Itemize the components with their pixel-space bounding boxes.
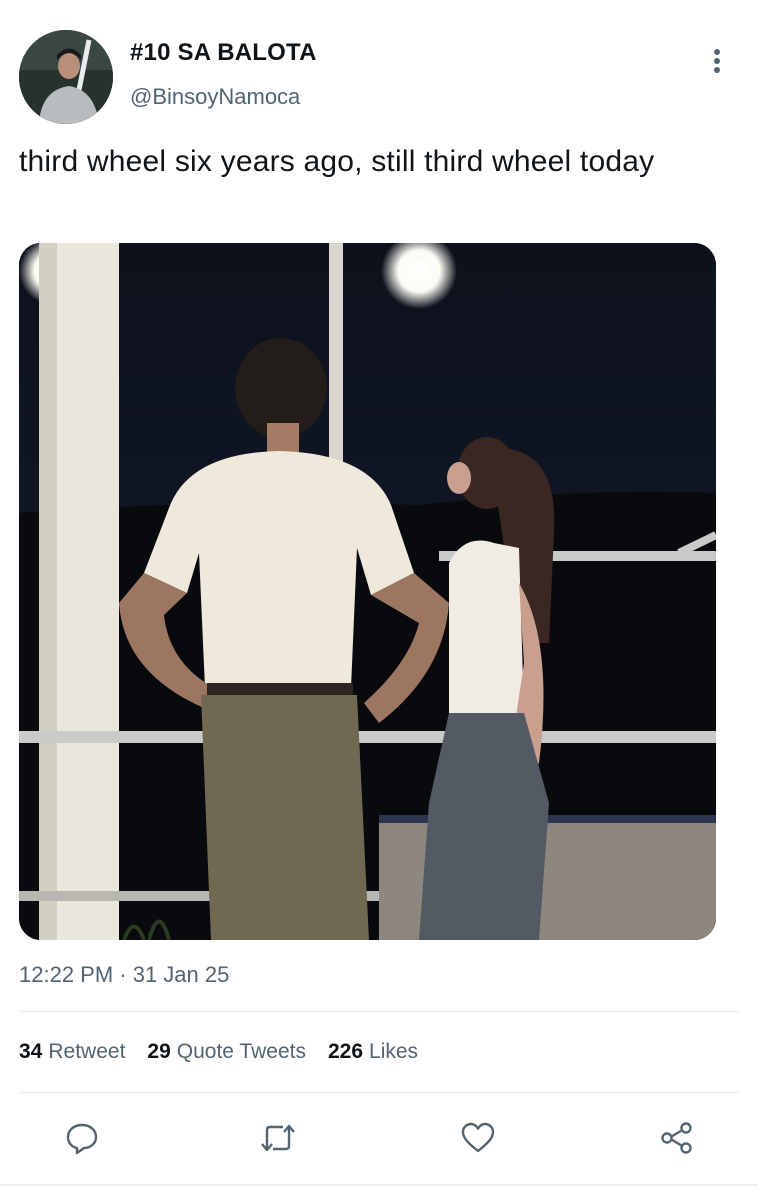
like-button[interactable] (456, 1116, 500, 1160)
reply-icon (66, 1123, 98, 1155)
quote-tweets-stat[interactable]: 29 Quote Tweets (147, 1040, 306, 1064)
more-vertical-icon (714, 49, 720, 73)
tweet-photo[interactable] (19, 243, 716, 940)
likes-stat[interactable]: 226 Likes (328, 1040, 418, 1064)
avatar[interactable] (19, 30, 113, 124)
action-bar (0, 1116, 758, 1160)
display-name[interactable]: #10 SA BALOTA (130, 39, 317, 67)
bottom-border (0, 1184, 758, 1186)
share-button[interactable] (654, 1116, 698, 1160)
likes-count: 226 (327, 1040, 364, 1063)
divider-top (19, 1011, 739, 1012)
retweet-button[interactable] (256, 1116, 300, 1160)
tweet-timestamp[interactable]: 12:22 PM · 31 Jan 25 (19, 962, 229, 988)
share-icon (661, 1122, 692, 1154)
retweets-count: 34 (19, 1040, 43, 1063)
retweets-stat[interactable]: 34 Retweet (19, 1040, 125, 1064)
retweets-label: Retweet (48, 1040, 126, 1063)
avatar-image (19, 30, 113, 124)
quote-tweets-label: Quote Tweets (176, 1040, 306, 1063)
quote-tweets-count: 29 (147, 1040, 171, 1063)
divider-bottom (19, 1092, 739, 1093)
heart-icon (461, 1122, 495, 1153)
retweet-icon (261, 1124, 295, 1152)
username-handle[interactable]: @BinsoyNamoca (130, 84, 300, 110)
tweet-text: third wheel six years ago, still third w… (19, 145, 655, 178)
reply-button[interactable] (60, 1116, 104, 1160)
likes-label: Likes (369, 1040, 419, 1063)
more-options-button[interactable] (702, 46, 732, 76)
photo-couple-night (19, 243, 716, 940)
engagement-stats: 34 Retweet 29 Quote Tweets 226 Likes (19, 1040, 418, 1064)
